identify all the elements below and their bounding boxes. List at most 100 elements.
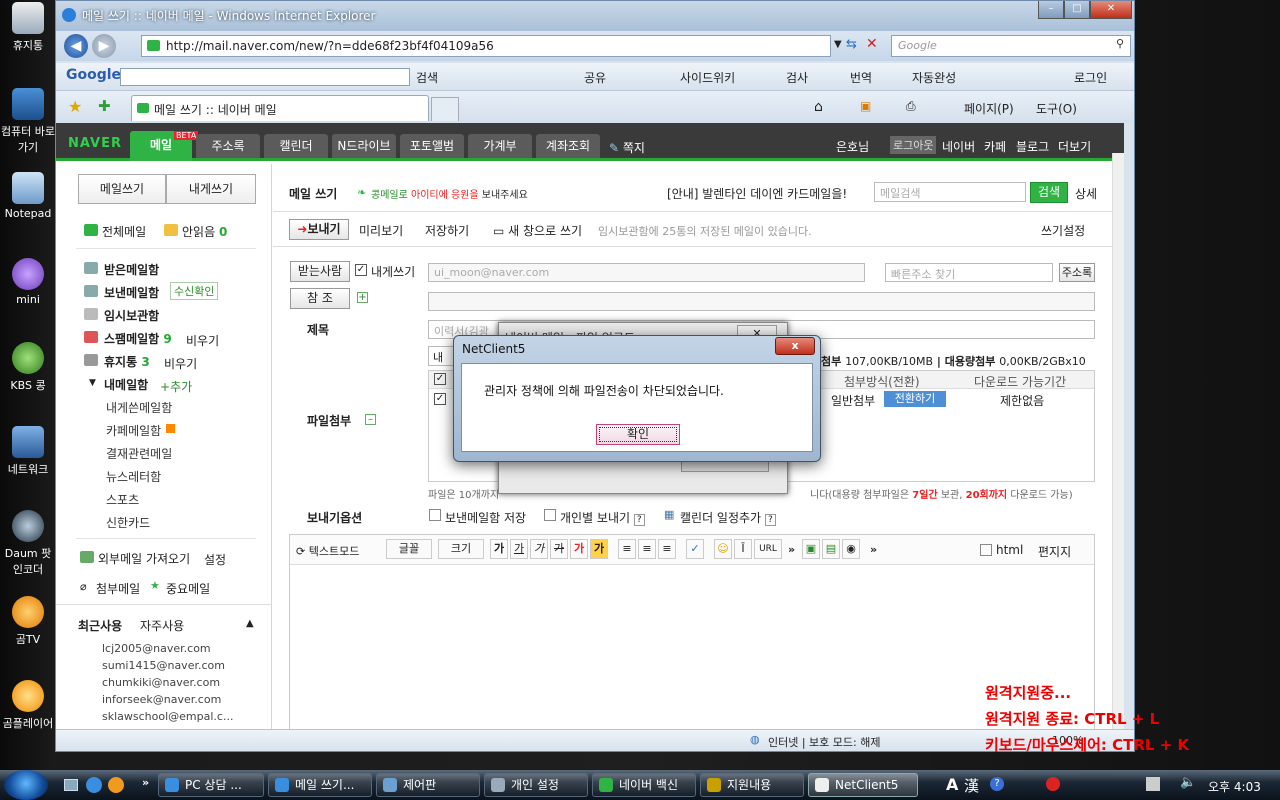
bold-button[interactable]: 가 bbox=[490, 539, 508, 559]
addressbook-button[interactable]: 주소록 bbox=[1059, 263, 1095, 282]
recent-address[interactable]: sklawschool@empal.c... bbox=[102, 710, 233, 723]
font-color-button[interactable]: 가 bbox=[570, 539, 588, 559]
text-mode-button[interactable]: ⟳ 텍스트모드 bbox=[296, 543, 359, 559]
search-icon[interactable]: ⚲ bbox=[1116, 37, 1124, 50]
write-settings-menu[interactable]: 쓰기설정 bbox=[1041, 222, 1085, 239]
preview-button[interactable]: 미리보기 bbox=[359, 222, 403, 239]
show-desktop-icon[interactable] bbox=[64, 779, 78, 791]
folder-item[interactable]: 카페메일함 bbox=[106, 422, 161, 439]
size-select[interactable]: 크기 bbox=[438, 539, 484, 559]
security-zone[interactable]: 인터넷 | 보호 모드: 해제 bbox=[768, 734, 880, 750]
recent-address[interactable]: sumi1415@naver.com bbox=[102, 659, 225, 672]
google-search-button[interactable]: 검색 bbox=[416, 69, 438, 86]
spam-link[interactable]: 스팸메일함 9 bbox=[104, 330, 172, 347]
memo-link[interactable]: ✎ 쪽지 bbox=[609, 139, 645, 156]
close-button[interactable]: ✕ bbox=[1090, 1, 1132, 19]
spell-check-icon[interactable]: ✓ bbox=[686, 539, 704, 559]
save-button[interactable]: 저장하기 bbox=[425, 222, 469, 239]
task-support[interactable]: 지원내용 bbox=[700, 773, 804, 797]
forward-icon[interactable]: ▶ bbox=[92, 34, 116, 58]
dialog-ok-button[interactable]: 확인 bbox=[596, 424, 680, 445]
autofill-button[interactable]: 자동완성 bbox=[912, 69, 956, 86]
sidewiki-button[interactable]: 사이드위키 bbox=[680, 69, 735, 86]
expand-icon[interactable]: + bbox=[357, 292, 368, 303]
login-button[interactable]: 로그인 bbox=[1074, 69, 1107, 86]
task-pc-consult[interactable]: PC 상담 ... bbox=[158, 773, 264, 797]
trash-link[interactable]: 휴지통 3 bbox=[104, 353, 150, 370]
html-checkbox[interactable] bbox=[980, 544, 992, 556]
folder-item[interactable]: 신한카드 bbox=[106, 514, 150, 531]
tab-calendar[interactable]: 캘린더 bbox=[264, 134, 328, 158]
link-blog[interactable]: 블로그 bbox=[1016, 138, 1049, 155]
promo-banner[interactable]: 콩메일로 아이티에 응원을 보내주세요 bbox=[371, 186, 528, 201]
dialog-close-button[interactable]: x bbox=[775, 337, 815, 355]
write-mail-button[interactable]: 메일쓰기 bbox=[78, 174, 166, 204]
start-button[interactable] bbox=[4, 770, 48, 800]
all-mail-link[interactable]: 전체메일 bbox=[102, 223, 146, 240]
folder-item[interactable]: 뉴스레터함 bbox=[106, 468, 161, 485]
self-checkbox[interactable]: ✓ bbox=[355, 264, 367, 276]
ime-hanja-icon[interactable]: 漢 bbox=[964, 775, 979, 796]
collapse-attach-icon[interactable]: – bbox=[365, 414, 376, 425]
recent-address[interactable]: lcj2005@naver.com bbox=[102, 642, 211, 655]
quick-address-select[interactable]: 빠른주소 찾기 bbox=[885, 263, 1053, 282]
cc-button[interactable]: 참 조 bbox=[290, 288, 350, 309]
write-self-button[interactable]: 내게쓰기 bbox=[166, 174, 256, 204]
task-naver-vaccine[interactable]: 네이버 백신 bbox=[592, 773, 696, 797]
network-tray-icon[interactable] bbox=[1146, 777, 1160, 791]
align-center-icon[interactable]: ≡ bbox=[638, 539, 656, 559]
to-button[interactable]: 받는사람 bbox=[290, 261, 350, 282]
inbox-link[interactable]: 받은메일함 bbox=[104, 261, 159, 278]
add-favorite-icon[interactable]: ✚ bbox=[98, 97, 111, 115]
desktop-icon-network[interactable]: 네트워크 bbox=[0, 426, 56, 477]
home-icon[interactable]: ⌂ bbox=[814, 99, 823, 115]
folder-item[interactable]: 결재관련메일 bbox=[106, 445, 172, 462]
desktop-icon-gomtv[interactable]: 곰TV bbox=[0, 596, 56, 647]
task-mail-compose[interactable]: 메일 쓰기... bbox=[268, 773, 372, 797]
individual-send-checkbox[interactable] bbox=[544, 509, 556, 521]
detail-search-link[interactable]: 상세 bbox=[1075, 185, 1097, 202]
desktop-icon-computer[interactable]: 컴퓨터 바로 가기 bbox=[0, 88, 56, 155]
desktop-icon-daum[interactable]: Daum 팟인코더 bbox=[0, 510, 56, 577]
spam-empty-button[interactable]: 비우기 bbox=[186, 332, 219, 349]
folder-item[interactable]: 스포츠 bbox=[106, 491, 139, 508]
desktop-icon-recycle-bin[interactable]: 휴지통 bbox=[0, 2, 56, 53]
ime-mode-icon[interactable]: A bbox=[946, 775, 958, 794]
more-tools-icon[interactable]: » bbox=[870, 543, 877, 556]
to-input[interactable]: ui_moon@naver.com bbox=[428, 263, 865, 282]
align-right-icon[interactable]: ≡ bbox=[658, 539, 676, 559]
italic-button[interactable]: 가 bbox=[530, 539, 548, 559]
cc-input[interactable] bbox=[428, 292, 1095, 311]
trash-empty-button[interactable]: 비우기 bbox=[164, 355, 197, 372]
switch-button[interactable]: 전환하기 bbox=[884, 391, 946, 407]
send-button[interactable]: ➜보내기 bbox=[289, 219, 349, 240]
frequent-tab[interactable]: 자주사용 bbox=[140, 617, 184, 634]
help-tray-icon[interactable]: ? bbox=[990, 777, 1004, 791]
image-icon[interactable]: ▣ bbox=[802, 539, 820, 559]
tab-household[interactable]: 가계부 bbox=[468, 134, 532, 158]
strike-button[interactable]: 가 bbox=[550, 539, 568, 559]
read-check-button[interactable]: 수신확인 bbox=[170, 282, 219, 300]
mail-search-input[interactable]: 메일검색 bbox=[874, 182, 1026, 202]
task-netclient[interactable]: NetClient5 bbox=[808, 773, 918, 797]
desktop-icon-mini[interactable]: mini bbox=[0, 258, 56, 306]
font-select[interactable]: 글꼴 bbox=[386, 539, 432, 559]
bg-color-button[interactable]: 가 bbox=[590, 539, 608, 559]
link-cafe[interactable]: 카페 bbox=[984, 138, 1006, 155]
desktop-icon-gomplayer[interactable]: 곰플레이어 bbox=[0, 680, 56, 731]
recent-tab[interactable]: 최근사용 bbox=[78, 617, 122, 634]
external-mail-link[interactable]: 외부메일 가져오기 bbox=[98, 550, 190, 567]
check-button[interactable]: 검사 bbox=[786, 69, 808, 86]
quicklaunch-more-icon[interactable]: » bbox=[142, 776, 149, 789]
task-personalize[interactable]: 개인 설정 bbox=[484, 773, 588, 797]
select-all-checkbox[interactable]: ✓ bbox=[434, 373, 446, 385]
chevron-up-icon[interactable]: ▲ bbox=[246, 618, 254, 629]
translate-button[interactable]: 번역 bbox=[850, 69, 872, 86]
draft-link[interactable]: 임시보관함 bbox=[104, 307, 159, 324]
folder-item[interactable]: 내게쓴메일함 bbox=[106, 399, 172, 416]
tools-menu[interactable]: 도구(O) bbox=[1036, 100, 1077, 117]
add-folder-button[interactable]: +추가 bbox=[160, 378, 192, 395]
link-naver[interactable]: 네이버 bbox=[942, 138, 975, 155]
help-icon[interactable]: ? bbox=[764, 514, 776, 526]
recent-address[interactable]: chumkiki@naver.com bbox=[102, 676, 220, 689]
